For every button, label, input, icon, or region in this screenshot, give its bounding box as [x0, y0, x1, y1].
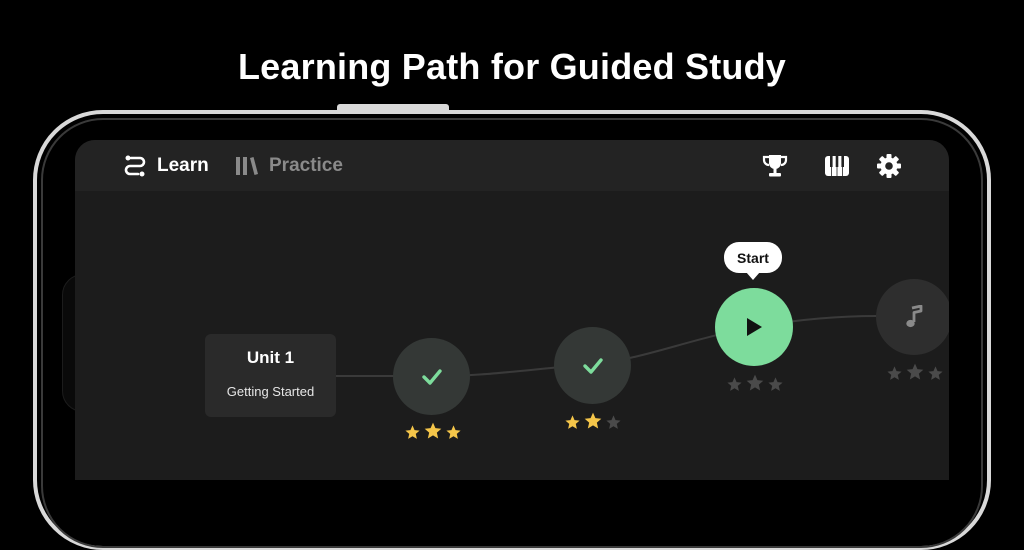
star-empty-icon: [727, 377, 742, 391]
star-empty-icon: [906, 363, 924, 380]
path-connector: [336, 315, 949, 377]
star-empty-icon: [768, 377, 783, 391]
power-button: [337, 104, 449, 112]
start-tooltip-tail: [746, 272, 760, 280]
star-filled-icon: [424, 422, 442, 439]
lesson-stars-2: [564, 411, 624, 431]
star-filled-icon: [565, 415, 580, 429]
lesson-stars-4: [886, 362, 946, 382]
app-screen: Learn Practice Unit 1 Getting Started: [75, 140, 949, 480]
star-empty-icon: [606, 415, 621, 429]
star-filled-icon: [584, 412, 602, 429]
lesson-node-3[interactable]: [715, 288, 793, 366]
music-note-icon: [906, 305, 923, 328]
star-empty-icon: [887, 366, 902, 380]
star-empty-icon: [746, 374, 764, 391]
lesson-node-1[interactable]: [393, 338, 470, 415]
checkmark-icon: [582, 357, 603, 374]
lesson-node-2[interactable]: [554, 327, 631, 404]
star-empty-icon: [928, 366, 943, 380]
unit-card[interactable]: Unit 1 Getting Started: [205, 334, 336, 417]
headline: Learning Path for Guided Study: [237, 46, 787, 87]
play-icon: [747, 318, 762, 336]
start-tooltip[interactable]: Start: [724, 242, 782, 273]
lesson-stars-1: [404, 421, 464, 441]
unit-subtitle: Getting Started: [226, 384, 315, 399]
lesson-node-4[interactable]: [876, 279, 949, 355]
lesson-stars-3: [726, 373, 786, 393]
checkmark-icon: [421, 368, 442, 385]
star-filled-icon: [446, 425, 461, 439]
star-filled-icon: [405, 425, 420, 439]
unit-title: Unit 1: [246, 348, 295, 367]
